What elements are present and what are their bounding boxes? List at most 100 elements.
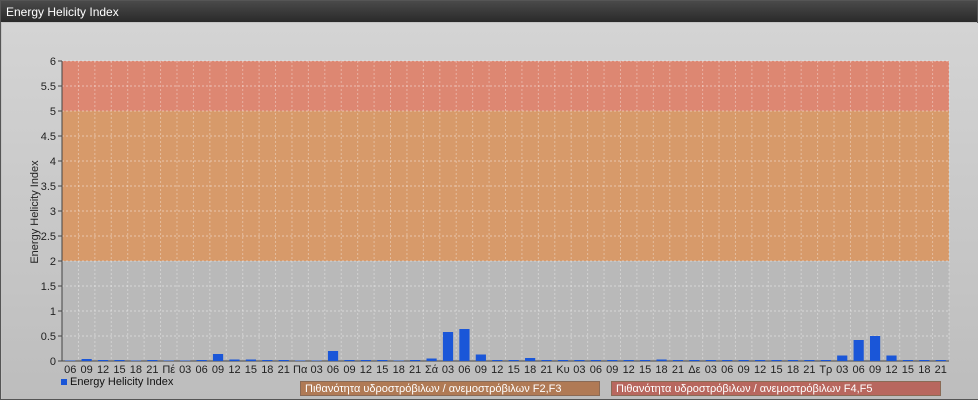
x-tick-label: 09: [343, 364, 355, 376]
x-tick-label: 15: [113, 364, 125, 376]
legend-energy-helicity: Energy Helicity Index: [61, 376, 173, 388]
bar: [755, 360, 766, 361]
x-tick-label: 21: [409, 364, 421, 376]
bar: [705, 360, 716, 361]
x-tick-label: 21: [935, 364, 947, 376]
x-tick-label: Σά: [425, 364, 439, 376]
y-tick-label: 5: [50, 106, 56, 118]
y-tick-label: 0: [50, 356, 56, 368]
bar: [886, 355, 897, 361]
x-tick-label: Δε: [688, 364, 700, 376]
y-tick-label: 0.5: [41, 331, 56, 343]
y-tick-label: 2: [50, 256, 56, 268]
bar: [475, 354, 486, 361]
bar: [327, 351, 339, 361]
y-tick-label: 5.5: [41, 81, 56, 93]
bar: [426, 358, 437, 361]
y-tick-label: 4.5: [41, 131, 56, 143]
x-tick-label: 03: [442, 364, 454, 376]
x-tick-label: 09: [81, 364, 93, 376]
x-tick-label: 15: [902, 364, 914, 376]
bar: [442, 332, 454, 361]
bar: [689, 360, 700, 361]
bar: [65, 360, 76, 361]
bar: [853, 340, 864, 361]
bar: [245, 359, 256, 361]
y-tick-label: 6: [50, 56, 56, 68]
bar: [278, 360, 289, 361]
x-tick-label: Πέ: [162, 364, 175, 376]
bar: [640, 360, 651, 361]
legend-label: Energy Helicity Index: [70, 376, 174, 388]
x-tick-label: 03: [836, 364, 848, 376]
y-tick-label: 1.5: [41, 281, 56, 293]
x-tick-label: 12: [623, 364, 635, 376]
bar: [377, 360, 388, 361]
x-tick-label: 21: [803, 364, 815, 376]
bar: [130, 360, 142, 361]
bar: [295, 360, 306, 361]
bar: [574, 360, 585, 361]
bar: [837, 355, 848, 361]
x-tick-label: 03: [179, 364, 191, 376]
x-tick-label: 15: [376, 364, 388, 376]
legend-prob-f4f5: Πιθανότητα υδροστρόβιλων / ανεμοστρόβιλω…: [611, 381, 941, 396]
bar: [410, 360, 421, 361]
x-tick-label: 03: [573, 364, 585, 376]
x-tick-label: 09: [738, 364, 750, 376]
x-tick-label: 12: [885, 364, 897, 376]
bar: [147, 360, 158, 361]
legend-prob-f2f3: Πιθανότητα υδροστρόβιλων / ανεμοστρόβιλω…: [300, 381, 600, 396]
bar: [656, 359, 667, 361]
bar: [393, 360, 404, 361]
bar: [623, 360, 634, 361]
x-tick-label: 15: [639, 364, 651, 376]
x-tick-label: 12: [360, 364, 372, 376]
x-axis-ticks: 06 09 12 15 18 21 Πέ 03 06 09 12 15 18 21 Πα 03 06 09 12 15…: [64, 364, 947, 376]
bar: [722, 360, 733, 361]
bar: [459, 329, 470, 361]
x-tick-label: Κυ: [556, 364, 569, 376]
bar: [229, 359, 240, 361]
bar: [114, 360, 125, 361]
bar: [97, 360, 109, 361]
x-tick-label: 09: [869, 364, 881, 376]
x-tick-label: 06: [853, 364, 865, 376]
y-axis-ticks: 0 0.5 1 1.5 2 2.5 3 3.5 4 4.5 5 5.5 6: [41, 56, 62, 368]
x-tick-label: 18: [524, 364, 536, 376]
bar: [672, 360, 684, 361]
x-tick-label: 21: [278, 364, 290, 376]
x-tick-label: 21: [672, 364, 684, 376]
bar: [607, 360, 618, 361]
x-tick-label: 18: [261, 364, 273, 376]
x-tick-label: 18: [655, 364, 667, 376]
x-tick-label: 09: [212, 364, 224, 376]
bar: [557, 360, 569, 361]
chart-panel: Energy Helicity Index 0 0.5 1 1.5 2 2.5 3 3.5 4 4…: [0, 0, 978, 400]
x-tick-label: 12: [228, 364, 240, 376]
bar: [163, 360, 174, 361]
bar: [180, 360, 191, 361]
energy-helicity-chart: 0 0.5 1 1.5 2 2.5 3 3.5 4 4.5 5 5.5 6 06 09 12 15 18 21 Πέ…: [29, 56, 950, 376]
bar: [919, 360, 930, 361]
x-tick-label: 09: [475, 364, 487, 376]
x-tick-label: 06: [64, 364, 76, 376]
bar: [212, 354, 224, 361]
bar: [869, 336, 881, 361]
x-tick-label: 03: [705, 364, 717, 376]
bar: [81, 359, 92, 361]
x-tick-label: 18: [393, 364, 405, 376]
x-tick-label: 15: [770, 364, 782, 376]
bar: [508, 360, 519, 361]
y-tick-label: 3: [50, 206, 56, 218]
bar: [360, 360, 371, 361]
bar: [590, 360, 601, 361]
bar: [738, 360, 749, 361]
x-tick-label: 06: [327, 364, 339, 376]
x-tick-label: Τρ: [819, 364, 832, 376]
x-tick-label: 15: [245, 364, 257, 376]
bar: [804, 360, 815, 361]
x-tick-label: 15: [508, 364, 520, 376]
bar: [492, 360, 503, 361]
x-tick-label: 12: [491, 364, 503, 376]
